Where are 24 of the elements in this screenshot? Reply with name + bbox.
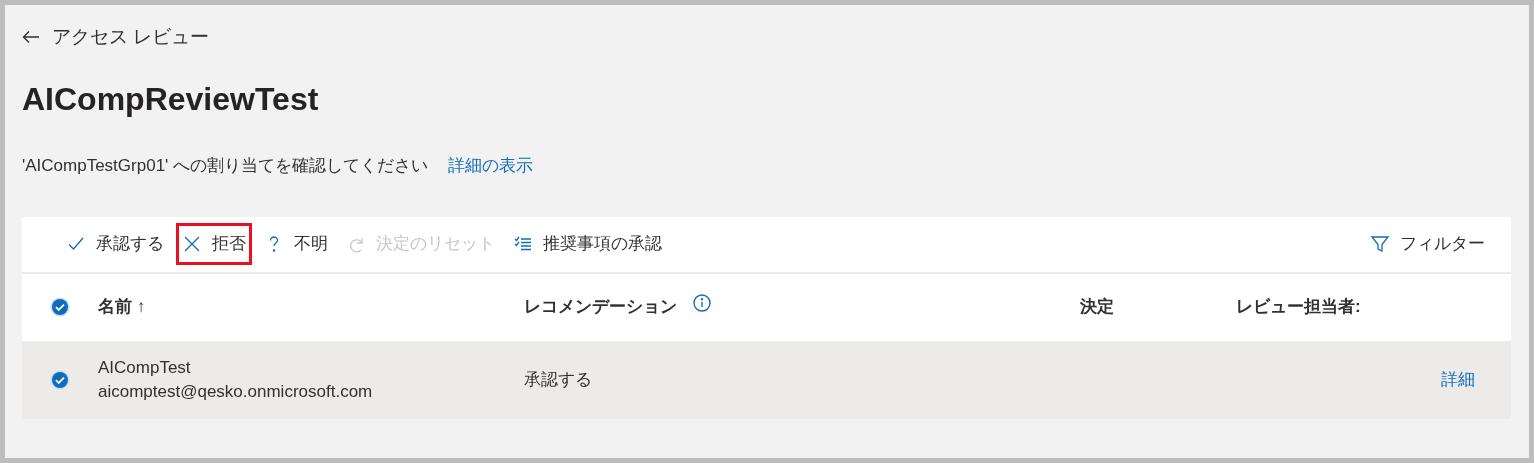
column-header[interactable]: 名前 ↑: [98, 294, 146, 320]
column-header[interactable]: レコメンデーション: [524, 294, 677, 320]
column-header[interactable]: レビュー担当者:: [1236, 294, 1361, 320]
back-link[interactable]: アクセス レビュー: [52, 22, 210, 52]
close-icon: [182, 234, 202, 254]
toolbar-button[interactable]: 承認する: [60, 223, 170, 265]
page-title: AICompReviewTest: [22, 80, 320, 119]
table-row[interactable]: AICompTest aicomptest@qesko.onmicrosoft.com 承認する 詳細: [22, 340, 1511, 419]
details-link[interactable]: 詳細: [1441, 366, 1475, 393]
row-checkbox[interactable]: [50, 369, 70, 390]
details-link[interactable]: 詳細の表示: [448, 153, 534, 179]
back-arrow-icon[interactable]: [22, 30, 40, 44]
column-header[interactable]: 決定: [1080, 294, 1114, 320]
table-cell: 承認する: [524, 369, 592, 389]
user-email: aicomptest@qesko.onmicrosoft.com: [98, 380, 374, 403]
filter-icon: [1370, 234, 1390, 254]
toolbar-button[interactable]: 推奨事項の承認: [507, 223, 668, 265]
info-icon[interactable]: [693, 294, 711, 312]
toolbar-button[interactable]: 不明: [258, 223, 334, 265]
description: 'AICompTestGrp01' への割り当てを確認してください: [22, 155, 429, 177]
filter-button[interactable]: フィルター: [1370, 231, 1485, 257]
select-all-checkbox[interactable]: [50, 297, 70, 317]
toolbar-button[interactable]: 拒否: [176, 223, 252, 265]
user-name: AICompTest: [98, 356, 192, 379]
